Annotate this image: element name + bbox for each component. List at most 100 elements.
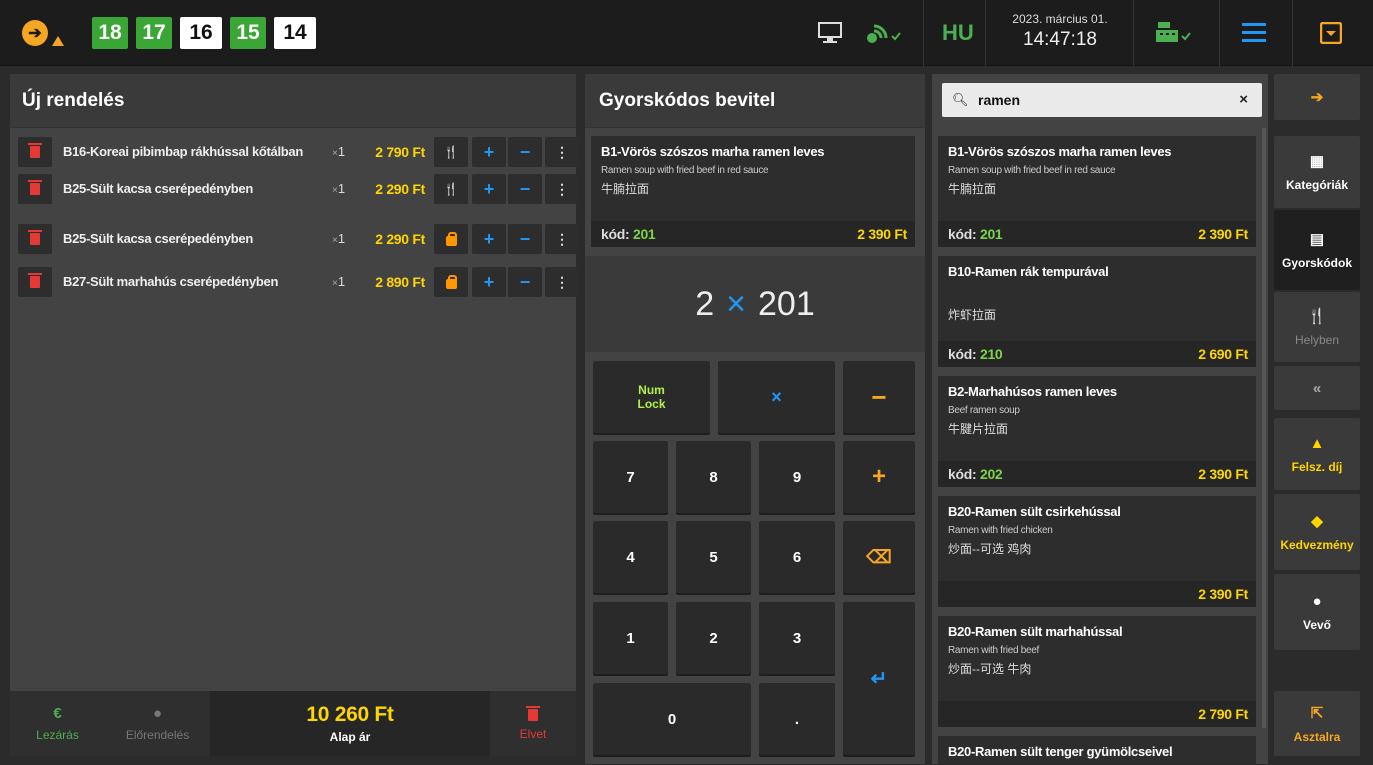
decrease-button[interactable]: −: [508, 174, 542, 204]
wifi-signal-icon[interactable]: [864, 20, 904, 46]
side-back-button[interactable]: ➔: [1274, 74, 1360, 120]
time-text: 14:47:18: [1023, 29, 1097, 50]
key-5[interactable]: 5: [676, 521, 751, 593]
key-4[interactable]: 4: [593, 521, 668, 593]
arrow-left-icon: ➔: [1310, 89, 1324, 106]
back-icon[interactable]: ➔: [22, 20, 48, 46]
item-price: 2 790 Ft: [375, 144, 425, 160]
decimal-key[interactable]: .: [759, 683, 835, 755]
key-6[interactable]: 6: [759, 521, 835, 593]
result-footer: kód: 201 2 390 Ft: [938, 221, 1256, 247]
key-0[interactable]: 0: [593, 683, 751, 755]
multiply-key[interactable]: ×: [718, 361, 835, 433]
increase-button[interactable]: +: [472, 174, 506, 204]
eat-in-toggle[interactable]: 🍴: [434, 137, 468, 167]
key-2[interactable]: 2: [676, 602, 751, 674]
trash-icon: [28, 180, 42, 195]
close-order-button[interactable]: € Lezárás: [10, 691, 105, 756]
product-preview-card[interactable]: B1-Vörös szószos marha ramen leves Ramen…: [591, 136, 915, 247]
categories-button[interactable]: ▦ Kategóriák: [1274, 136, 1360, 208]
eat-in-label: Helyben: [1294, 333, 1340, 347]
result-card[interactable]: B20-Ramen sült tenger gyümölcseivel: [938, 736, 1256, 764]
result-card[interactable]: B20-Ramen sült marhahússal Ramen with fr…: [938, 616, 1256, 727]
result-card[interactable]: B1-Vörös szószos marha ramen leves Ramen…: [938, 136, 1256, 247]
to-table-button[interactable]: ⇱ Asztalra: [1274, 691, 1360, 756]
takeaway-toggle[interactable]: [434, 224, 468, 254]
table-tab[interactable]: 17: [136, 17, 172, 49]
minus-key[interactable]: −: [843, 361, 915, 433]
item-qty: ×1: [332, 144, 346, 159]
clock-icon: ●: [152, 705, 163, 722]
order-row[interactable]: B27-Sült marhahús cserépedényben ×1 2 89…: [18, 267, 579, 297]
key-7[interactable]: 7: [593, 441, 668, 513]
result-code: kód: 202: [948, 466, 1003, 482]
result-price: 2 390 Ft: [1198, 226, 1248, 242]
collapse-button[interactable]: «: [1274, 366, 1360, 410]
decrease-button[interactable]: −: [508, 224, 542, 254]
increase-button[interactable]: +: [472, 224, 506, 254]
table-tab[interactable]: 14: [274, 17, 316, 49]
result-title: B10-Ramen rák tempurával: [948, 264, 1109, 279]
delete-item-button[interactable]: [18, 224, 52, 254]
language-switch[interactable]: HU: [942, 20, 974, 46]
result-card[interactable]: B2-Marhahúsos ramen leves Beef ramen sou…: [938, 376, 1256, 487]
decrease-button[interactable]: −: [508, 267, 542, 297]
trash-icon: [28, 143, 42, 158]
discount-button[interactable]: ◆ Kedvezmény: [1274, 494, 1360, 570]
eat-in-button[interactable]: 🍴 Helyben: [1274, 292, 1360, 362]
increase-button[interactable]: +: [472, 267, 506, 297]
delete-item-button[interactable]: [18, 174, 52, 204]
table-tab[interactable]: 18: [92, 17, 128, 49]
delete-item-button[interactable]: [18, 137, 52, 167]
numlock-key[interactable]: Num Lock: [593, 361, 710, 433]
item-qty: ×1: [332, 231, 346, 246]
more-options-button[interactable]: ⋮: [545, 137, 579, 167]
monitor-icon[interactable]: [818, 22, 842, 44]
customer-button[interactable]: ● Vevő: [1274, 574, 1360, 650]
calculator-icon: ▤: [1309, 231, 1325, 248]
search-box[interactable]: 🔍︎ ×: [942, 83, 1262, 117]
preorder-label: Előrendelés: [125, 728, 190, 742]
order-row[interactable]: B16-Koreai pibimbap rákhússal kőtálban ×…: [18, 137, 579, 167]
table-tab[interactable]: 15: [230, 17, 266, 49]
product-price: 2 390 Ft: [857, 226, 907, 242]
decrease-button[interactable]: −: [508, 137, 542, 167]
result-card[interactable]: B10-Ramen rák tempurával 炸虾拉面 kód: 210 2 …: [938, 256, 1256, 367]
customer-label: Vevő: [1302, 617, 1332, 632]
enter-key[interactable]: ↵: [843, 602, 915, 755]
item-qty-value: 1: [337, 181, 346, 196]
service-fee-button[interactable]: ▲ Felsz. díj: [1274, 418, 1360, 490]
more-options-button[interactable]: ⋮: [545, 267, 579, 297]
order-row[interactable]: B25-Sült kacsa cserépedényben ×1 2 290 F…: [18, 174, 579, 204]
quickcodes-button[interactable]: ▤ Gyorskódok: [1274, 210, 1360, 290]
code-display: 2 × 201: [585, 256, 925, 352]
share-icon: ⇱: [1310, 704, 1324, 722]
order-row[interactable]: B25-Sült kacsa cserépedényben ×1 2 290 F…: [18, 224, 579, 254]
more-options-button[interactable]: ⋮: [545, 174, 579, 204]
key-9[interactable]: 9: [759, 441, 835, 513]
backspace-key[interactable]: ⌫: [843, 521, 915, 593]
increase-button[interactable]: +: [472, 137, 506, 167]
code-label: kód:: [948, 226, 977, 242]
key-8[interactable]: 8: [676, 441, 751, 513]
key-1[interactable]: 1: [593, 602, 668, 674]
menu-icon[interactable]: [1242, 22, 1266, 42]
key-3[interactable]: 3: [759, 602, 835, 674]
table-tab[interactable]: 16: [180, 17, 222, 49]
discard-button[interactable]: Elvet: [490, 691, 576, 756]
code-label: kód:: [948, 466, 977, 482]
scrollbar[interactable]: [1262, 128, 1266, 728]
cash-register-icon[interactable]: [1156, 20, 1196, 46]
search-input[interactable]: [978, 90, 1228, 110]
dropdown-icon[interactable]: [1320, 22, 1342, 44]
eat-in-toggle[interactable]: 🍴: [434, 174, 468, 204]
delete-item-button[interactable]: [18, 267, 52, 297]
product-english-name: Ramen soup with fried beef in red sauce: [601, 165, 769, 176]
more-options-button[interactable]: ⋮: [545, 224, 579, 254]
clear-search-icon[interactable]: ×: [1239, 91, 1248, 108]
plus-key[interactable]: +: [843, 441, 915, 513]
preorder-button[interactable]: ● Előrendelés: [105, 691, 210, 756]
takeaway-toggle[interactable]: [434, 267, 468, 297]
result-card[interactable]: B20-Ramen sült csirkehússal Ramen with f…: [938, 496, 1256, 607]
cutlery-icon: 🍴: [1307, 308, 1327, 325]
